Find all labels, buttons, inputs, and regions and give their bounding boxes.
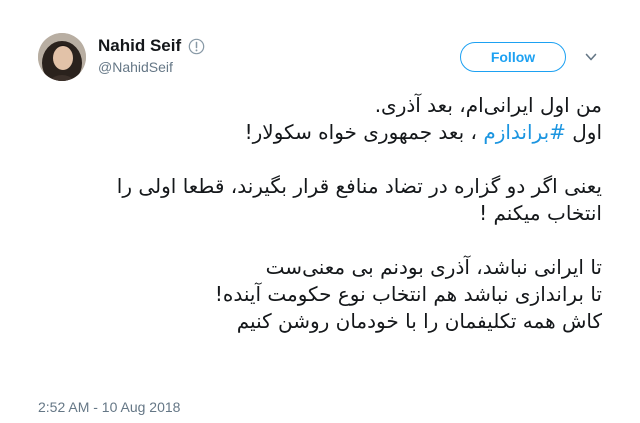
user-handle[interactable]: @NahidSeif: [98, 59, 173, 75]
chevron-down-icon[interactable]: [585, 51, 597, 63]
avatar[interactable]: [38, 33, 86, 81]
avatar-photo: [38, 33, 86, 81]
tweet-text-fragment: اول: [565, 120, 602, 144]
tweet-text: من اول ایرانی‌ام، بعد آذری. اول #برانداز…: [36, 92, 602, 335]
tweet-text-fragment: ، بعد جمهوری خواه سکولار!: [244, 120, 484, 144]
tweet-line: تا براندازی نباشد هم انتخاب نوع حکومت آی…: [214, 282, 602, 306]
tweet-line: یعنی اگر دو گزاره در تضاد منافع قرار بگی…: [116, 174, 602, 198]
tweet-card: Nahid Seif @NahidSeif Follow من اول ایرا…: [0, 0, 640, 423]
user-name-row: Nahid Seif: [98, 36, 205, 56]
hashtag-link[interactable]: #براندازم: [483, 120, 566, 144]
tweet-line: کاش همه تکلیفمان را با خودمان روشن کنیم: [236, 309, 602, 333]
tweet-line: من اول ایرانی‌ام، بعد آذری.: [374, 93, 602, 117]
tweet-timestamp[interactable]: 2:52 AM - 10 Aug 2018: [38, 399, 180, 415]
tweet-line: انتخاب میکنم !: [479, 201, 602, 225]
follow-button[interactable]: Follow: [460, 42, 566, 72]
verified-icon: [188, 38, 205, 54]
tweet-line: اول #براندازم ، بعد جمهوری خواه سکولار!: [36, 119, 602, 146]
tweet-line: تا ایرانی نباشد، آذری بودنم بی معنی‌ست: [265, 255, 602, 279]
user-name[interactable]: Nahid Seif: [98, 36, 181, 56]
